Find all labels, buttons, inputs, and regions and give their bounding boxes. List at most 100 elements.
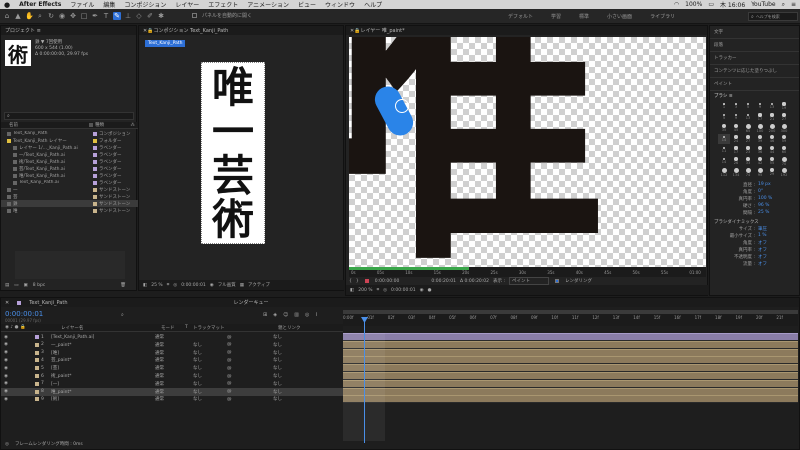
label-swatch[interactable]: [93, 138, 97, 143]
set-in-icon[interactable]: {: [349, 279, 352, 284]
parent-pickwhip-icon[interactable]: @: [219, 381, 273, 386]
label-swatch[interactable]: [93, 201, 97, 206]
brush-tip[interactable]: 23: [742, 145, 754, 155]
parent-pickwhip-icon[interactable]: @: [219, 397, 273, 402]
brush-tip[interactable]: 42: [754, 156, 766, 166]
layer-label-swatch[interactable]: [35, 397, 39, 402]
channel-icon[interactable]: ●: [428, 288, 432, 293]
layer-mode-dropdown[interactable]: 通常: [155, 365, 187, 371]
brush-tip[interactable]: 21: [766, 112, 778, 122]
composition-zoom[interactable]: 25 %: [151, 283, 162, 288]
workspace-small-screen[interactable]: 小さい画面: [607, 13, 632, 20]
layer-duration-bar[interactable]: [343, 364, 798, 372]
wifi-icon[interactable]: ◠: [674, 1, 679, 8]
timeline-layer-row[interactable]: ◉ 1 [Text_Kanji_Path.ai] 通常 @ なし: [1, 333, 343, 341]
brush-tip[interactable]: 44: [766, 145, 778, 155]
label-swatch[interactable]: [93, 173, 97, 178]
composition-tab[interactable]: Text_Kanji_Path: [145, 40, 186, 47]
brush-tip[interactable]: 3: [730, 101, 742, 111]
visibility-eye-icon[interactable]: ◉: [1, 366, 11, 371]
composition-time[interactable]: 0:00:00:01: [181, 283, 206, 288]
parent-dropdown[interactable]: なし: [273, 373, 282, 379]
parent-pickwhip-icon[interactable]: @: [219, 335, 273, 340]
project-list-item[interactable]: 一/Text_Kanji_Path.ai ラベンダー: [1, 151, 138, 158]
clock[interactable]: 木 16:06: [720, 0, 745, 9]
brush-tip[interactable]: 11: [718, 145, 730, 155]
col-mode[interactable]: モード: [161, 325, 185, 331]
brush-tip[interactable]: 17: [730, 145, 742, 155]
col-name[interactable]: 名前: [1, 122, 87, 128]
label-col-icon[interactable]: [89, 123, 93, 127]
workspace-libraries[interactable]: ライブラリ: [650, 13, 675, 20]
project-list-item[interactable]: 唯/Text_Kanji_Path.ai ラベンダー: [1, 172, 138, 179]
brush-tip[interactable]: 5: [718, 112, 730, 122]
project-list-item[interactable]: 唯 サンドストーン: [1, 207, 138, 214]
menu-window[interactable]: ウィンドウ: [325, 0, 355, 9]
brush-tip[interactable]: 95: [754, 167, 766, 177]
parent-dropdown[interactable]: なし: [273, 389, 282, 395]
new-comp-icon[interactable]: ▣: [24, 283, 28, 288]
brush-tool-icon[interactable]: ✎: [113, 12, 121, 20]
layer-mode-dropdown[interactable]: 通常: [155, 381, 187, 387]
track-matte-dropdown[interactable]: なし: [187, 373, 219, 379]
brush-tip[interactable]: 35: [718, 123, 730, 133]
project-list-item[interactable]: 一 サンドストーン: [1, 186, 138, 193]
dynamics-field-value[interactable]: オフ: [758, 261, 767, 267]
brush-tip[interactable]: 1: [718, 101, 730, 111]
timeline-layer-row[interactable]: ◉ 8 唯_paint* 通常 なし @ なし: [1, 387, 343, 396]
active-camera-dropdown[interactable]: アクティブ: [248, 282, 270, 288]
close-icon[interactable]: ✕: [5, 300, 9, 306]
project-list-item[interactable]: Text_Kanji_Path.ai ラベンダー: [1, 179, 138, 186]
layer-mode-dropdown[interactable]: 通常: [155, 373, 187, 379]
layer-duration-bar[interactable]: [343, 387, 798, 395]
project-list-item[interactable]: 芸/Text_Kanji_Path.ai ラベンダー: [1, 165, 138, 172]
col-type[interactable]: 種類: [95, 122, 104, 128]
track-matte-dropdown[interactable]: なし: [187, 365, 219, 371]
visibility-eye-icon[interactable]: ◉: [1, 350, 11, 355]
brush-tip[interactable]: 24: [730, 134, 742, 144]
parent-pickwhip-icon[interactable]: @: [219, 389, 273, 394]
panel-content-aware-fill[interactable]: コンテンツに応じた塗りつぶし: [710, 65, 799, 78]
dynamics-field-value[interactable]: オフ: [758, 240, 767, 246]
draft-3d-icon[interactable]: ◈: [273, 312, 277, 318]
parent-pickwhip-icon[interactable]: @: [219, 342, 273, 347]
paint-swatch[interactable]: [364, 279, 369, 283]
layer-mode-dropdown[interactable]: 通常: [155, 396, 187, 402]
layer-name[interactable]: [Text_Kanji_Path.ai]: [51, 335, 155, 340]
brush-tip[interactable]: 192: [778, 167, 790, 177]
project-list-item[interactable]: 術/Text_Kanji_Path.ai ラベンダー: [1, 158, 138, 165]
layer-viewer-canvas[interactable]: 唯: [349, 37, 706, 267]
puppet-tool-icon[interactable]: ✱: [157, 12, 165, 20]
layer-label-swatch[interactable]: [35, 342, 39, 347]
bpc-label[interactable]: 8 bpc: [33, 283, 45, 288]
brush-tip[interactable]: 17: [754, 112, 766, 122]
layer-label-swatch[interactable]: [35, 366, 39, 371]
brush-tip[interactable]: 39: [754, 134, 766, 144]
layer-duration-bar[interactable]: [343, 333, 798, 340]
layer-label-swatch[interactable]: [35, 358, 39, 363]
interpret-footage-icon[interactable]: ▤: [5, 283, 9, 288]
timeline-layer-row[interactable]: ◉ 4 芸_paint* 通常 なし @ なし: [1, 356, 343, 364]
layer-mode-dropdown[interactable]: 通常: [155, 350, 187, 356]
layer-name[interactable]: 唯_paint*: [51, 389, 155, 395]
brush-tip[interactable]: 13: [766, 101, 778, 111]
brush-tip[interactable]: 60: [778, 145, 790, 155]
timeline-layer-row[interactable]: ◉ 3 [唯] 通常 なし @ なし: [1, 349, 343, 357]
visibility-eye-icon[interactable]: ◉: [1, 374, 11, 379]
brush-field-value[interactable]: 96 %: [758, 203, 769, 208]
workspace-default[interactable]: デフォルト: [508, 13, 533, 20]
parent-dropdown[interactable]: なし: [273, 342, 282, 348]
new-folder-icon[interactable]: ▭: [14, 283, 18, 288]
panel-tracker[interactable]: トラッカー: [710, 52, 799, 65]
type-tool-icon[interactable]: T: [102, 12, 110, 20]
graph-editor-icon[interactable]: ⌇: [315, 312, 317, 318]
brush-tip[interactable]: 300: [778, 123, 790, 133]
auto-open-checkbox[interactable]: [192, 13, 197, 18]
layer-mode-dropdown[interactable]: 通常: [155, 334, 187, 340]
rotate-tool-icon[interactable]: ↻: [47, 12, 55, 20]
layer-mode-dropdown[interactable]: 通常: [155, 389, 187, 395]
composition-canvas[interactable]: 唯 一 芸 術: [201, 62, 265, 244]
brush-tip[interactable]: 74: [742, 167, 754, 177]
menu-edit[interactable]: 編集: [103, 0, 115, 9]
layer-name[interactable]: [一]: [51, 381, 155, 387]
